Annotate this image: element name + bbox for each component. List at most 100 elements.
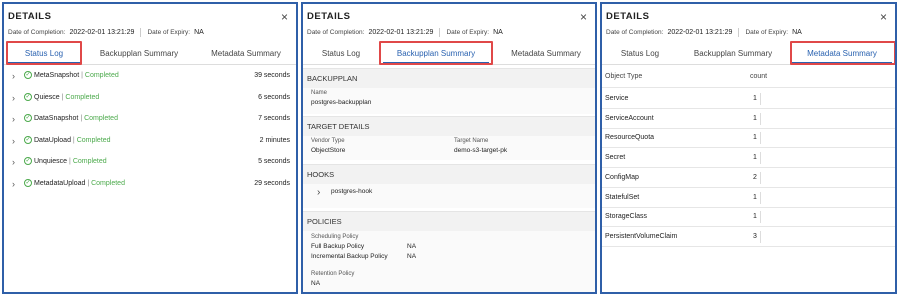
step-duration: 2 minutes	[259, 136, 290, 144]
step-status: Completed	[65, 93, 100, 101]
tab-status-log[interactable]: Status Log	[610, 44, 670, 64]
step-name: DataSnapshot | Completed	[34, 112, 118, 126]
chevron-right-icon: ›	[12, 157, 15, 167]
cell-divider	[760, 152, 761, 165]
table-header: Object Type count	[602, 66, 895, 88]
chevron-right-icon: ›	[12, 178, 15, 189]
chevron-right-icon: ›	[12, 71, 15, 81]
status-log-row[interactable]: › ✓ Unquiesce | Completed 5 seconds	[12, 155, 290, 169]
completion-info: Date of Completion: 2022-02-01 13:21:29 Da…	[8, 28, 204, 37]
close-icon[interactable]: ×	[281, 10, 288, 24]
object-type-cell: PersistentVolumeClaim	[605, 232, 678, 240]
object-type-cell: StatefulSet	[605, 193, 640, 201]
tab-backupplan-summary[interactable]: Backupplan Summary	[688, 44, 778, 64]
section-backupplan-body: Name postgres-backupplan	[303, 88, 595, 114]
count-cell: 1	[753, 213, 757, 221]
check-circle-icon: ✓	[24, 178, 32, 187]
step-name: MetadataUpload | Completed	[34, 177, 125, 191]
tab-status-log[interactable]: Status Log	[311, 44, 371, 64]
step-name: MetaSnapshot | Completed	[34, 69, 119, 83]
name-value: postgres-backupplan	[311, 99, 372, 106]
step-label: MetaSnapshot	[34, 72, 80, 79]
name-label: Name	[311, 90, 328, 96]
section-target-body: Vendor Type ObjectStore Target Name demo…	[303, 136, 595, 160]
cell-divider	[760, 211, 761, 224]
tab-metadata-summary[interactable]: Metadata Summary	[501, 44, 591, 64]
object-type-cell: StorageClass	[605, 213, 648, 221]
close-icon[interactable]: ×	[580, 10, 587, 24]
completion-info: Date of Completion: 2022-02-01 13:21:29 Da…	[307, 28, 503, 37]
hook-name: postgres-hook	[331, 188, 373, 195]
status-log-row[interactable]: › ✓ MetaSnapshot | Completed 39 seconds	[12, 69, 290, 83]
table-row: ResourceQuota 1	[602, 128, 895, 149]
retention-policy-label: Retention Policy	[311, 271, 355, 277]
section-target-heading: TARGET DETAILS	[303, 116, 595, 136]
step-duration: 5 seconds	[258, 158, 290, 165]
count-cell: 3	[753, 232, 757, 240]
target-name-value: demo-s3-target-pk	[454, 147, 508, 154]
highlight-box	[6, 41, 82, 65]
separator: |	[69, 158, 71, 165]
step-status: Completed	[84, 72, 119, 79]
full-backup-policy-value: NA	[407, 243, 417, 250]
table-row: ConfigMap 2	[602, 168, 895, 188]
completion-label: Date of Completion:	[307, 29, 365, 37]
step-duration: 39 seconds	[254, 72, 290, 79]
expiry-value: NA	[493, 29, 503, 37]
step-label: Quiesce	[34, 93, 60, 101]
retention-policy-value: NA	[311, 280, 321, 287]
section-policies-body: Scheduling Policy Full Backup Policy NA …	[303, 231, 595, 292]
hook-item[interactable]: › postgres-hook	[317, 187, 437, 201]
count-cell: 1	[753, 95, 757, 102]
section-policies-heading: POLICIES	[303, 211, 595, 231]
step-status: Completed	[76, 136, 111, 144]
chevron-right-icon: ›	[12, 114, 15, 124]
count-cell: 1	[753, 154, 757, 162]
step-status: Completed	[72, 158, 107, 165]
target-name-label: Target Name	[454, 138, 489, 144]
count-cell: 2	[753, 173, 757, 181]
table-row: Secret 1	[602, 148, 895, 169]
step-duration: 29 seconds	[254, 179, 290, 187]
separator: |	[81, 72, 83, 79]
cell-divider	[760, 132, 761, 145]
check-circle-icon: ✓	[24, 157, 32, 165]
expiry-value: NA	[792, 29, 802, 37]
completion-value: 2022-02-01 13:21:29	[368, 29, 434, 37]
step-status: Completed	[84, 115, 118, 122]
cell-divider	[760, 230, 761, 243]
separator: |	[61, 93, 64, 101]
count-cell: 1	[753, 134, 757, 142]
status-log-row[interactable]: › ✓ Quiesce | Completed 6 seconds	[12, 91, 290, 105]
object-type-cell: ResourceQuota	[605, 134, 655, 142]
cell-divider	[760, 112, 761, 125]
cell-divider	[760, 93, 761, 105]
section-hooks-body: › postgres-hook	[303, 184, 595, 208]
incremental-backup-policy-value: NA	[407, 253, 417, 260]
vendor-type-label: Vendor Type	[311, 138, 345, 144]
status-log-row[interactable]: › ✓ DataUpload | Completed 2 minutes	[12, 134, 290, 148]
object-type-cell: Secret	[605, 154, 626, 162]
section-backupplan-heading: BACKUPPLAN	[303, 68, 595, 88]
status-log-row[interactable]: › ✓ MetadataUpload | Completed 29 seconds	[12, 177, 290, 191]
step-name: Quiesce | Completed	[34, 91, 99, 105]
cell-divider	[760, 191, 761, 204]
step-label: DataSnapshot	[34, 115, 79, 122]
step-duration: 7 seconds	[258, 115, 290, 122]
table-row: StatefulSet 1	[602, 188, 895, 208]
column-header-object-type: Object Type	[605, 73, 643, 80]
check-circle-icon: ✓	[24, 114, 32, 122]
highlight-box	[379, 41, 493, 65]
table-row: ServiceAccount 1	[602, 109, 895, 129]
table-row: Service 1	[602, 89, 895, 109]
step-status: Completed	[91, 179, 125, 187]
close-icon[interactable]: ×	[880, 10, 887, 24]
tab-metadata-summary[interactable]: Metadata Summary	[200, 44, 292, 64]
column-header-count: count	[750, 73, 768, 80]
object-type-cell: ServiceAccount	[605, 114, 654, 122]
section-hooks-heading: HOOKS	[303, 164, 595, 184]
details-panel-metadata-summary: DETAILS × Date of Completion: 2022-02-01 …	[600, 2, 897, 294]
divider	[738, 28, 740, 37]
tab-backupplan-summary[interactable]: Backupplan Summary	[94, 44, 184, 64]
status-log-row[interactable]: › ✓ DataSnapshot | Completed 7 seconds	[12, 112, 290, 126]
